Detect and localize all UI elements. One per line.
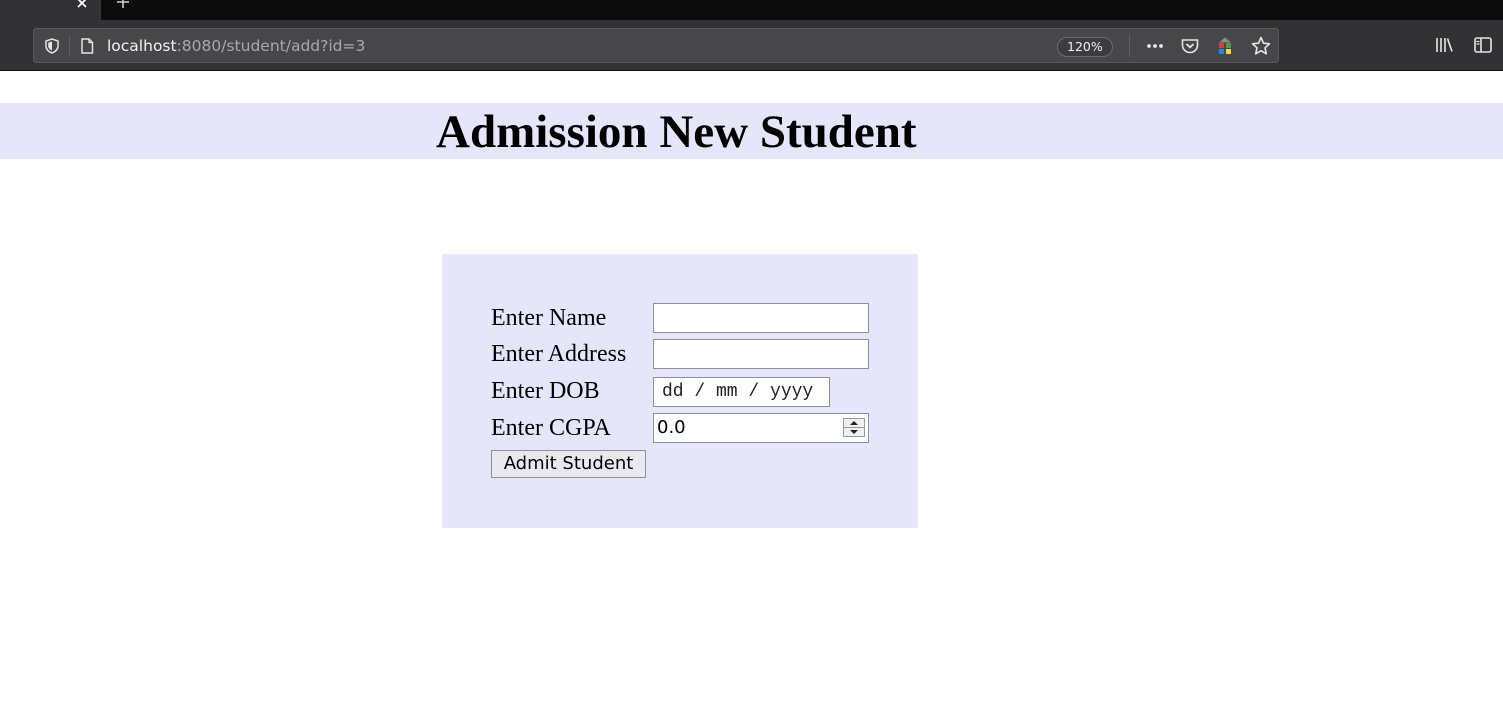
admission-form: Enter Name Enter Address Enter DOB dd / …: [442, 254, 918, 528]
name-label: Enter Name: [491, 305, 607, 331]
bookmark-star-icon[interactable]: [1250, 35, 1272, 57]
zoom-indicator[interactable]: 120%: [1057, 37, 1113, 57]
url-bar[interactable]: localhost:8080/student/add?id=3 120%: [33, 28, 1279, 63]
page-title: Admission New Student: [436, 106, 917, 158]
url-host: localhost: [107, 37, 177, 55]
cgpa-number-input[interactable]: 0.0: [653, 413, 869, 443]
spin-down-icon[interactable]: [844, 428, 864, 437]
extension-icon[interactable]: [1214, 35, 1236, 57]
address-input[interactable]: [653, 339, 869, 369]
close-icon[interactable]: [74, 0, 90, 11]
pocket-icon[interactable]: [1179, 35, 1201, 57]
shield-icon[interactable]: [43, 37, 61, 55]
tab-strip: [0, 0, 1503, 20]
address-label: Enter Address: [491, 341, 627, 367]
url-path: :8080/student/add?id=3: [176, 37, 366, 55]
name-input[interactable]: [653, 303, 869, 333]
cgpa-spinner[interactable]: [843, 418, 865, 437]
toolbar-divider: [1129, 35, 1130, 57]
url-bar-divider: [69, 36, 70, 56]
cgpa-label: Enter CGPA: [491, 415, 611, 441]
sidebar-icon[interactable]: [1472, 34, 1494, 56]
page-icon[interactable]: [78, 37, 96, 55]
new-tab-icon[interactable]: [115, 0, 131, 10]
spin-up-icon[interactable]: [844, 419, 864, 428]
more-actions-icon[interactable]: [1144, 35, 1166, 57]
dob-date-input[interactable]: dd / mm / yyyy: [653, 377, 830, 407]
url-text[interactable]: localhost:8080/student/add?id=3: [107, 37, 365, 55]
dob-label: Enter DOB: [491, 378, 600, 404]
navigation-toolbar: localhost:8080/student/add?id=3 120%: [0, 20, 1503, 71]
library-icon[interactable]: [1433, 34, 1455, 56]
cgpa-value: 0.0: [657, 417, 686, 438]
admit-student-button[interactable]: Admit Student: [491, 450, 646, 478]
active-tab[interactable]: [0, 0, 101, 20]
